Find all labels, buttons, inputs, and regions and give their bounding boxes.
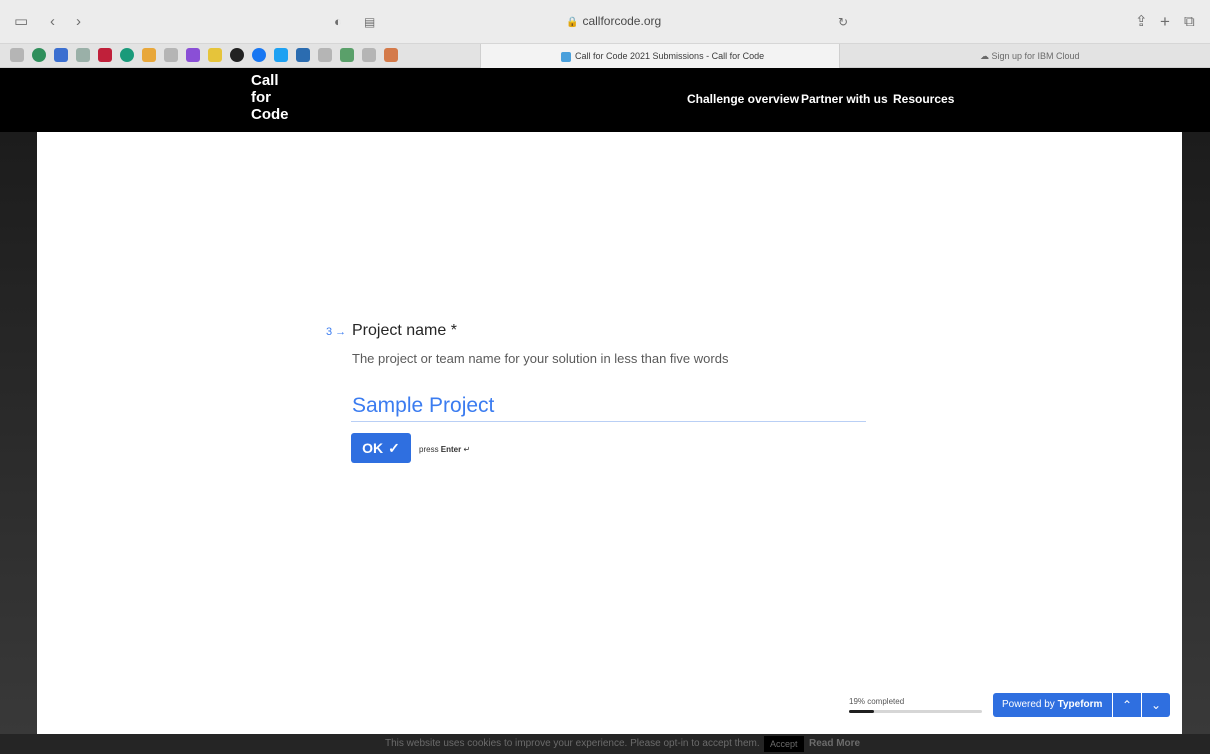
tab-overview-icon[interactable]: ⧉ xyxy=(1184,13,1195,31)
share-icon[interactable]: ⇪ xyxy=(1135,13,1148,31)
bookmark-icon[interactable] xyxy=(76,48,90,62)
question-number: 3 → xyxy=(326,326,347,338)
bookmark-icon[interactable] xyxy=(164,48,178,62)
question-description: The project or team name for your soluti… xyxy=(352,351,729,366)
bookmark-icon[interactable] xyxy=(318,48,332,62)
facebook-icon[interactable] xyxy=(252,48,266,62)
back-icon[interactable]: ‹ xyxy=(50,13,55,31)
arrow-right-icon: → xyxy=(332,326,347,338)
slack-icon[interactable] xyxy=(142,48,156,62)
bookmark-icon[interactable] xyxy=(98,48,112,62)
lock-icon: 🔒 xyxy=(566,17,579,28)
twitch-icon[interactable] xyxy=(186,48,200,62)
github-icon[interactable] xyxy=(230,48,244,62)
site-header: Call for Code Challenge overview Partner… xyxy=(0,68,1210,132)
favorites-bar xyxy=(10,48,398,62)
bookmark-icon[interactable] xyxy=(120,48,134,62)
bookmark-icon[interactable] xyxy=(208,48,222,62)
progress-fill xyxy=(849,710,875,713)
tab-label: Call for Code 2021 Submissions - Call fo… xyxy=(575,51,765,61)
cloud-icon: ☁ xyxy=(980,51,992,61)
tab-call-for-code[interactable]: Call for Code 2021 Submissions - Call fo… xyxy=(480,44,840,68)
bookmark-icon[interactable] xyxy=(10,48,24,62)
bookmark-icon[interactable] xyxy=(362,48,376,62)
privacy-shield-icon[interactable]: ◐ xyxy=(334,13,342,31)
new-tab-icon[interactable]: + xyxy=(1160,13,1170,31)
enter-hint: press Enter ↵ xyxy=(419,445,471,454)
linkedin-icon[interactable] xyxy=(296,48,310,62)
previous-question-button[interactable]: ⌃ xyxy=(1113,693,1141,717)
question-title: Project name * xyxy=(352,322,457,339)
bookmark-icon[interactable] xyxy=(32,48,46,62)
address-bar[interactable]: 🔒 callforcode.org xyxy=(566,14,661,28)
progress-label: 19% completed xyxy=(849,697,905,706)
cookie-banner: This website uses cookies to improve you… xyxy=(0,734,1210,754)
browser-toolbar: ▭ ‹ › ◐ ▤ 🔒 callforcode.org ↻ ⇪ + ⧉ xyxy=(0,0,1210,44)
reader-view-icon[interactable]: ▤ xyxy=(364,13,375,31)
nav-partner-with-us[interactable]: Partner with us xyxy=(801,92,888,106)
typeform-modal: 3 → Project name * The project or team n… xyxy=(37,132,1182,734)
sidebar-toggle-icon[interactable]: ▭ xyxy=(14,13,28,31)
ok-label: OK xyxy=(362,440,384,456)
checkmark-icon: ✓ xyxy=(388,439,400,456)
cookie-message: This website uses cookies to improve you… xyxy=(385,738,760,749)
bookmark-icon[interactable] xyxy=(340,48,354,62)
tab-favicon-icon xyxy=(561,51,571,62)
url-text: callforcode.org xyxy=(582,14,662,28)
call-for-code-logo[interactable]: Call for Code xyxy=(251,72,289,123)
project-name-input[interactable] xyxy=(351,390,866,422)
tab-label: Sign up for IBM Cloud xyxy=(991,51,1080,61)
bookmark-icon[interactable] xyxy=(54,48,68,62)
chevron-down-icon: ⌄ xyxy=(1150,698,1162,712)
nav-challenge-overview[interactable]: Challenge overview xyxy=(687,92,799,106)
powered-by-typeform[interactable]: Powered by Typeform xyxy=(993,693,1112,717)
return-key-icon: ↵ xyxy=(463,445,471,454)
tab-ibm-cloud[interactable]: ☁ Sign up for IBM Cloud xyxy=(845,44,1210,68)
cookie-read-more-link[interactable]: Read More xyxy=(809,738,860,749)
cookie-accept-button[interactable]: Accept xyxy=(764,736,804,752)
ok-button[interactable]: OK ✓ xyxy=(351,433,411,463)
nav-resources[interactable]: Resources xyxy=(893,92,954,106)
bookmark-icon[interactable] xyxy=(384,48,398,62)
next-question-button[interactable]: ⌄ xyxy=(1142,693,1170,717)
reload-icon[interactable]: ↻ xyxy=(838,13,848,31)
tab-bar: Call for Code 2021 Submissions - Call fo… xyxy=(0,44,1210,68)
twitter-icon[interactable] xyxy=(274,48,288,62)
progress-bar xyxy=(849,710,982,713)
forward-icon[interactable]: › xyxy=(76,13,81,31)
chevron-up-icon: ⌃ xyxy=(1121,698,1133,712)
